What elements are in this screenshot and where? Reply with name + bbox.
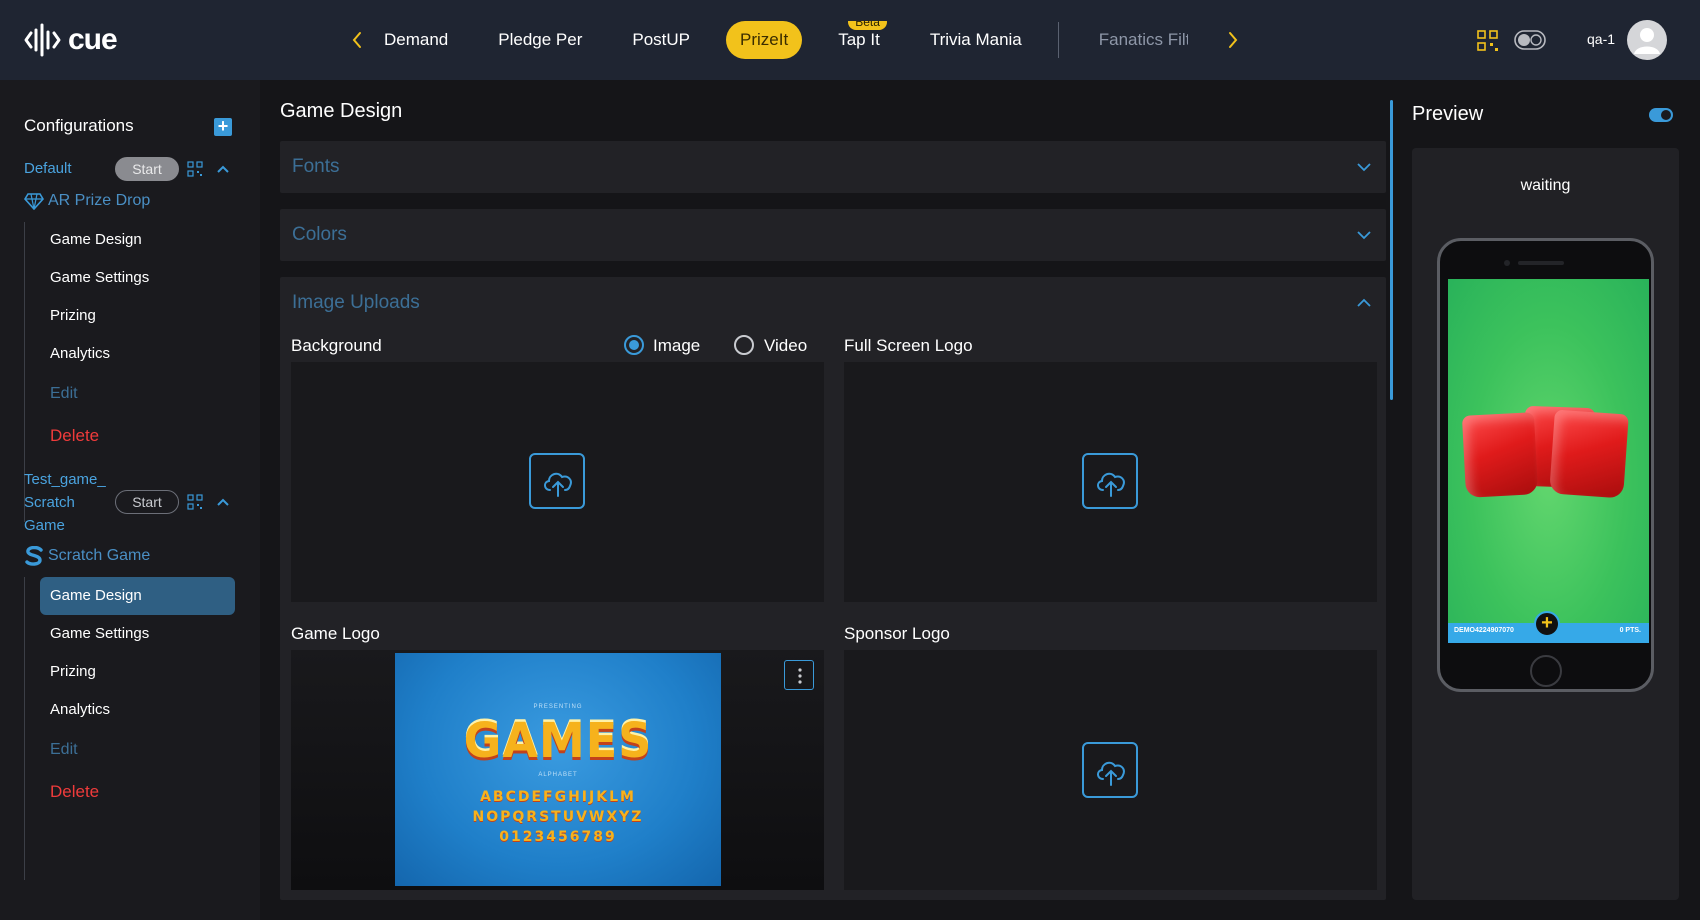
preview-toggle[interactable] bbox=[1649, 108, 1673, 122]
fonts-panel[interactable]: Fonts bbox=[280, 141, 1386, 193]
phone-home-button bbox=[1530, 655, 1562, 687]
preview-status: waiting bbox=[1520, 177, 1571, 194]
colors-panel-title: Colors bbox=[292, 224, 347, 245]
phone-plus-button: + bbox=[1534, 611, 1560, 637]
sidebar-title: Configurations bbox=[24, 116, 134, 135]
phone-bar-left: DEMO4224907070 bbox=[1454, 627, 1514, 634]
user-icon bbox=[1634, 28, 1660, 54]
red-cup bbox=[1461, 412, 1539, 498]
tab-pledge-per[interactable]: Pledge Per bbox=[484, 21, 596, 59]
sidebar-item-analytics[interactable]: Analytics bbox=[40, 691, 235, 729]
start-button-test-scratch[interactable]: Start bbox=[115, 490, 179, 514]
sidebar-item-prizing[interactable]: Prizing bbox=[40, 297, 235, 335]
full-screen-logo-upload-button[interactable] bbox=[1082, 453, 1138, 509]
cloud-upload-icon bbox=[544, 472, 572, 497]
config-name-default[interactable]: Default bbox=[24, 158, 72, 180]
sidebar-item-game-settings[interactable]: Game Settings bbox=[40, 615, 235, 653]
chevron-up-icon[interactable] bbox=[1356, 295, 1372, 311]
chevron-left-icon bbox=[352, 32, 361, 48]
tab-fanatics-filters[interactable]: Fanatics Filters bbox=[1085, 21, 1188, 59]
sidebar-item-prizing[interactable]: Prizing bbox=[40, 653, 235, 691]
background-label: Background bbox=[291, 336, 382, 355]
game-logo-image: PRESENTING GAMES ALPHABET ABCDEFGHIJKLM … bbox=[395, 653, 721, 886]
add-configuration-button[interactable]: + bbox=[214, 116, 232, 136]
page-title: Game Design bbox=[280, 100, 403, 122]
config-name-test-scratch-line3[interactable]: Game bbox=[24, 515, 65, 537]
theme-toggle[interactable] bbox=[1514, 30, 1546, 50]
sound-wave-icon bbox=[24, 23, 61, 57]
sidebar-item-edit[interactable]: Edit bbox=[40, 731, 235, 769]
sidebar-item-delete[interactable]: Delete bbox=[40, 773, 235, 811]
background-upload-button[interactable] bbox=[529, 453, 585, 509]
image-uploads-panel-title: Image Uploads bbox=[292, 292, 420, 313]
tab-divider bbox=[1057, 22, 1059, 58]
cloud-upload-icon bbox=[1097, 472, 1125, 497]
chevron-right-icon bbox=[1229, 32, 1238, 48]
qr-code-icon bbox=[1477, 30, 1498, 51]
radio-image-label: Image bbox=[653, 336, 701, 355]
sidebar-item-edit[interactable]: Edit bbox=[40, 375, 235, 413]
game-logo-label: Game Logo bbox=[291, 624, 380, 643]
sidebar-item-analytics[interactable]: Analytics bbox=[40, 335, 235, 373]
sidebar-item-game-design[interactable]: Game Design bbox=[40, 221, 235, 259]
tab-tap-it[interactable]: Beta Tap It bbox=[824, 21, 894, 59]
qr-code-button[interactable] bbox=[1476, 29, 1500, 53]
user-name[interactable]: qa-1 bbox=[1587, 31, 1615, 47]
product-tabs: Demand Pledge Per PostUP PrizeIt Beta Ta… bbox=[378, 21, 1188, 59]
qr-code-icon[interactable] bbox=[187, 494, 203, 510]
tab-trivia-mania[interactable]: Trivia Mania bbox=[916, 21, 1036, 59]
nav-next-button[interactable] bbox=[1221, 28, 1245, 52]
chevron-up-icon[interactable] bbox=[216, 162, 230, 176]
chevron-down-icon[interactable] bbox=[1356, 227, 1372, 243]
plus-icon: + bbox=[217, 116, 229, 136]
tab-postup[interactable]: PostUP bbox=[618, 21, 704, 59]
user-avatar[interactable] bbox=[1627, 20, 1667, 60]
radio-video-label: Video bbox=[764, 336, 808, 355]
beta-badge: Beta bbox=[848, 21, 887, 30]
start-button-default[interactable]: Start bbox=[115, 157, 179, 181]
qr-code-icon[interactable] bbox=[187, 161, 203, 177]
phone-speaker bbox=[1518, 261, 1564, 265]
phone-bar-right: 0 PTS. bbox=[1619, 627, 1641, 634]
colors-panel[interactable]: Colors bbox=[280, 209, 1386, 261]
cloud-upload-icon bbox=[1097, 761, 1125, 786]
config-name-test-scratch-line1[interactable]: Test_game_ bbox=[24, 469, 106, 491]
radio-image[interactable] bbox=[624, 335, 644, 355]
cue-logo[interactable]: cue bbox=[24, 20, 118, 60]
game-type-ar-prize-drop: AR Prize Drop bbox=[24, 192, 150, 210]
phone-camera bbox=[1504, 260, 1510, 266]
full-screen-logo-label: Full Screen Logo bbox=[844, 336, 973, 355]
game-logo-menu-button[interactable] bbox=[784, 660, 814, 690]
logo-text: cue bbox=[68, 23, 118, 56]
tab-prizeit[interactable]: PrizeIt bbox=[726, 21, 803, 59]
tree-line bbox=[24, 577, 25, 880]
chevron-up-icon[interactable] bbox=[216, 495, 230, 509]
config-name-test-scratch-line2[interactable]: Scratch bbox=[24, 492, 75, 514]
phone-mockup: DEMO4224907070 0 PTS. + bbox=[1437, 238, 1654, 692]
scrollbar[interactable] bbox=[1390, 100, 1393, 400]
top-bar: cue Demand Pledge Per PostUP PrizeIt Bet… bbox=[0, 0, 1700, 80]
plus-icon: + bbox=[1541, 612, 1553, 634]
radio-video[interactable] bbox=[734, 335, 754, 355]
tab-demand[interactable]: Demand bbox=[378, 21, 462, 59]
sidebar-item-game-settings[interactable]: Game Settings bbox=[40, 259, 235, 297]
preview-title: Preview bbox=[1412, 103, 1484, 125]
sponsor-logo-label: Sponsor Logo bbox=[844, 624, 950, 643]
chevron-down-icon[interactable] bbox=[1356, 159, 1372, 175]
sidebar-item-delete[interactable]: Delete bbox=[40, 417, 235, 455]
nav-prev-button[interactable] bbox=[345, 28, 369, 52]
game-type-scratch-game: Scratch Game bbox=[24, 546, 150, 566]
scratch-s-icon bbox=[25, 546, 43, 566]
more-vertical-icon bbox=[798, 668, 802, 684]
theme-toggle-icon bbox=[1514, 30, 1546, 50]
configurations-sidebar: Configurations + Default Start AR Prize … bbox=[0, 80, 260, 920]
diamond-icon bbox=[24, 193, 44, 210]
fonts-panel-title: Fonts bbox=[292, 156, 340, 177]
phone-screen: DEMO4224907070 0 PTS. + bbox=[1448, 279, 1649, 643]
red-cup bbox=[1549, 409, 1629, 499]
sponsor-logo-upload-button[interactable] bbox=[1082, 742, 1138, 798]
sidebar-item-game-design-selected[interactable]: Game Design bbox=[40, 577, 235, 615]
